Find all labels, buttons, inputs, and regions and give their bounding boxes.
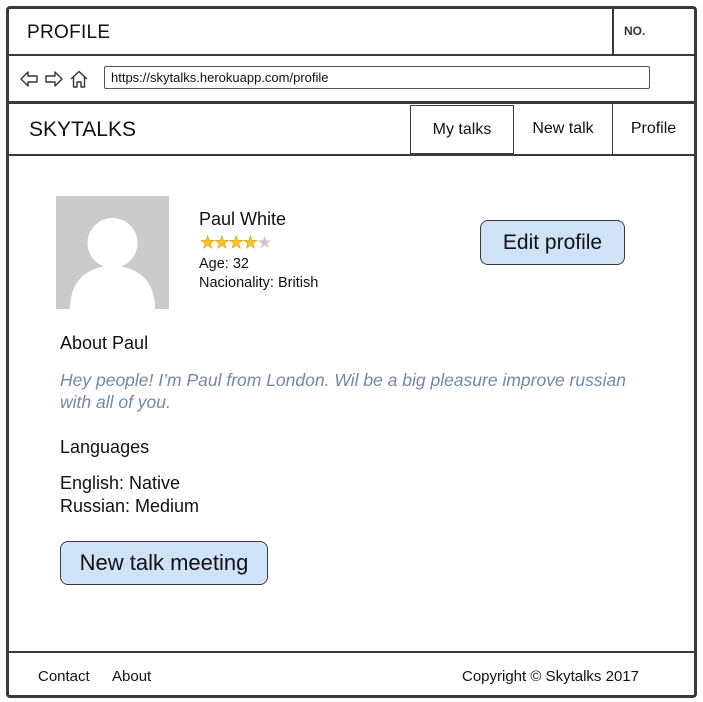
home-icon[interactable]	[70, 70, 88, 88]
title-bar: PROFILE NO.	[9, 9, 694, 56]
star-filled-icon: ★	[242, 233, 258, 253]
star-empty-icon: ★	[257, 233, 272, 252]
app-header: SKYTALKS My talks New talk Profile	[9, 104, 694, 156]
edit-profile-button[interactable]: Edit profile	[480, 220, 625, 265]
rating-stars: ★★★★★	[200, 233, 273, 253]
languages-heading: Languages	[60, 437, 150, 457]
number-box: NO.	[612, 9, 694, 54]
number-label: NO.	[624, 24, 646, 38]
brand-logo[interactable]: SKYTALKS	[29, 118, 136, 142]
tab-my-talks[interactable]: My talks	[410, 105, 514, 154]
language-item: English: Native	[60, 473, 181, 493]
about-text: Hey people! I’m Paul from London. Wil be…	[60, 370, 626, 412]
footer-about-link[interactable]: About	[112, 668, 151, 685]
new-talk-meeting-button[interactable]: New talk meeting	[60, 541, 268, 585]
app-window: PROFILE NO. https://skytalks.herokuapp.c…	[6, 6, 697, 698]
profile-nationality: Nacionality: British	[199, 275, 319, 291]
user-placeholder-icon	[70, 218, 155, 309]
star-filled-icon: ★	[214, 233, 230, 253]
about-heading: About Paul	[60, 333, 149, 353]
forward-arrow-icon[interactable]	[45, 70, 63, 88]
address-bar: https://skytalks.herokuapp.com/profile	[9, 56, 694, 104]
copyright-text: Copyright © Skytalks 2017	[462, 668, 639, 685]
footer-contact-link[interactable]: Contact	[38, 668, 90, 685]
avatar	[56, 196, 169, 309]
window-title: PROFILE	[27, 22, 111, 43]
profile-name: Paul White	[199, 209, 287, 229]
star-filled-icon: ★	[200, 233, 216, 253]
language-item: Russian: Medium	[60, 496, 200, 516]
star-filled-icon: ★	[228, 233, 244, 253]
tab-profile[interactable]: Profile	[612, 104, 694, 154]
footer: Contact About Copyright © Skytalks 2017	[9, 651, 694, 695]
back-arrow-icon[interactable]	[20, 70, 38, 88]
profile-age: Age: 32	[199, 256, 249, 272]
url-field[interactable]: https://skytalks.herokuapp.com/profile	[104, 66, 650, 89]
tab-new-talk[interactable]: New talk	[514, 104, 612, 154]
